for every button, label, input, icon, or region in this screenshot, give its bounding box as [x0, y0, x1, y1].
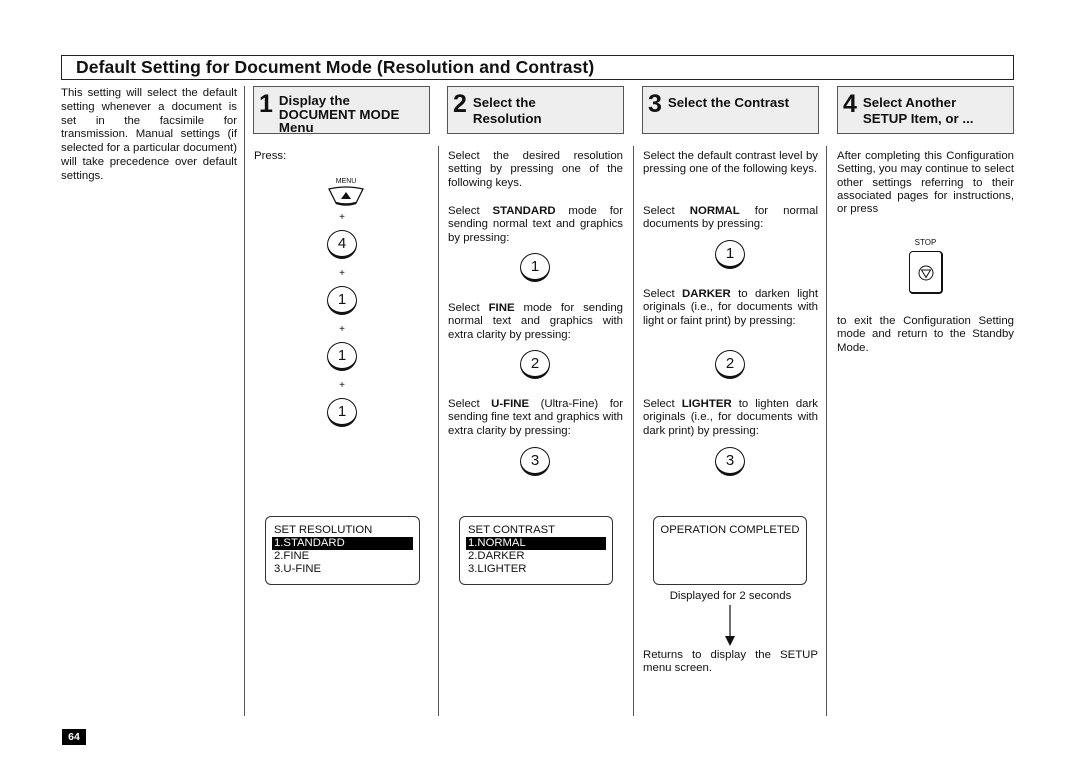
lcd-set-resolution: SET RESOLUTION 1.STANDARD 2.FINE 3.U-FIN…	[265, 516, 420, 585]
menu-key-label: MENU	[335, 178, 357, 185]
step-title-line: Select the Contrast	[667, 95, 790, 110]
step-number: 3	[648, 90, 662, 118]
contrast-option-darker: Select DARKER to darken light originals …	[643, 288, 819, 327]
press-label: Press:	[254, 150, 287, 162]
key-label: 2	[520, 350, 550, 379]
key-3-button[interactable]: 3	[715, 447, 745, 479]
lcd-option: 2.DARKER	[468, 550, 525, 562]
key-3-button[interactable]: 3	[520, 447, 550, 479]
plus-sign: +	[339, 212, 345, 223]
step-title: Select the Resolution	[473, 87, 542, 127]
key-1-button[interactable]: 1	[715, 240, 745, 272]
menu-key[interactable]: MENU	[327, 178, 367, 206]
plus-sign: +	[339, 268, 345, 279]
page-number: 64	[62, 729, 86, 745]
step-number: 2	[453, 90, 467, 118]
key-1-button[interactable]: 1	[327, 398, 357, 430]
down-arrow-icon	[725, 605, 735, 646]
step-1-header: 1 Display the DOCUMENT MODE Menu	[253, 86, 430, 134]
step-title: Select Another SETUP Item, or ...	[863, 87, 974, 127]
step-title-line: DOCUMENT MODE	[278, 106, 400, 122]
column-divider	[633, 146, 634, 716]
lcd-heading: OPERATION COMPLETED	[660, 524, 800, 536]
key-label: 1	[715, 240, 745, 269]
column-divider	[826, 146, 827, 716]
key-2-button[interactable]: 2	[715, 350, 745, 382]
key-label: 1	[520, 253, 550, 282]
key-1-button[interactable]: 1	[327, 286, 357, 318]
step-title: Select the Contrast	[668, 87, 789, 110]
step-title: Display the DOCUMENT MODE Menu	[279, 87, 399, 135]
resolution-option-standard: Select STANDARD mode for sending normal …	[448, 205, 623, 244]
step-title-line: Resolution	[472, 111, 542, 126]
plus-sign: +	[339, 380, 345, 391]
exit-text: to exit the Configuration Setting mode a…	[837, 315, 1014, 354]
column-divider	[438, 146, 439, 716]
resolution-option-ufine: Select U-FINE (Ultra-Fine) for sending f…	[448, 398, 623, 437]
contrast-option-normal: Select NORMAL for normal documents by pr…	[643, 205, 818, 231]
step-4-header: 4 Select Another SETUP Item, or ...	[837, 86, 1014, 134]
lcd-heading: SET RESOLUTION	[274, 524, 373, 536]
key-label: 4	[327, 230, 357, 259]
resolution-option-fine: Select FINE mode for sending normal text…	[448, 302, 624, 341]
step-title-line: Display the	[278, 93, 350, 108]
lcd-option-selected: 1.NORMAL	[466, 537, 606, 550]
key-label: 2	[715, 350, 745, 379]
page-title-box: Default Setting for Document Mode (Resol…	[61, 55, 1014, 80]
contrast-intro: Select the default contrast level by pre…	[643, 150, 818, 176]
stop-icon	[918, 265, 934, 281]
next-step-text: After completing this Configuration Sett…	[837, 150, 1014, 216]
resolution-intro: Select the desired resolution setting by…	[448, 150, 623, 189]
key-2-button[interactable]: 2	[520, 350, 550, 382]
step-number: 4	[843, 90, 857, 118]
key-label: 3	[715, 447, 745, 476]
step-title-line: SETUP Item, or ...	[862, 111, 974, 126]
step-3-header: 3 Select the Contrast	[642, 86, 819, 134]
key-label: 1	[327, 286, 357, 315]
key-1-button[interactable]: 1	[327, 342, 357, 374]
step-title-line: Select Another	[862, 95, 957, 110]
lcd-option: 2.FINE	[274, 550, 310, 562]
return-note: Returns to display the SETUP menu screen…	[643, 649, 818, 675]
plus-sign: +	[339, 324, 345, 335]
key-1-button[interactable]: 1	[520, 253, 550, 285]
stop-key-label: STOP	[914, 238, 937, 247]
step-number: 1	[259, 90, 273, 118]
column-divider	[244, 86, 245, 716]
step-title-line: Select the	[472, 95, 536, 110]
step-title-line: Menu	[278, 120, 314, 136]
display-duration-note: Displayed for 2 seconds	[669, 590, 792, 602]
lcd-option: 3.U-FINE	[274, 563, 322, 575]
intro-text: This setting will select the default set…	[61, 87, 237, 182]
stop-key[interactable]: STOP	[907, 238, 945, 298]
page-title: Default Setting for Document Mode (Resol…	[76, 57, 595, 77]
step-2-header: 2 Select the Resolution	[447, 86, 624, 134]
lcd-operation-completed: OPERATION COMPLETED	[653, 516, 807, 585]
key-4-button[interactable]: 4	[327, 230, 357, 262]
key-label: 3	[520, 447, 550, 476]
lcd-option-selected: 1.STANDARD	[272, 537, 413, 550]
lcd-heading: SET CONTRAST	[468, 524, 556, 536]
lcd-option: 3.LIGHTER	[468, 563, 527, 575]
lcd-set-contrast: SET CONTRAST 1.NORMAL 2.DARKER 3.LIGHTER	[459, 516, 613, 585]
contrast-option-lighter: Select LIGHTER to lighten dark originals…	[643, 398, 818, 437]
key-label: 1	[327, 398, 357, 427]
stop-key-body	[909, 251, 943, 294]
menu-up-arrow-icon	[328, 186, 364, 206]
key-label: 1	[327, 342, 357, 371]
